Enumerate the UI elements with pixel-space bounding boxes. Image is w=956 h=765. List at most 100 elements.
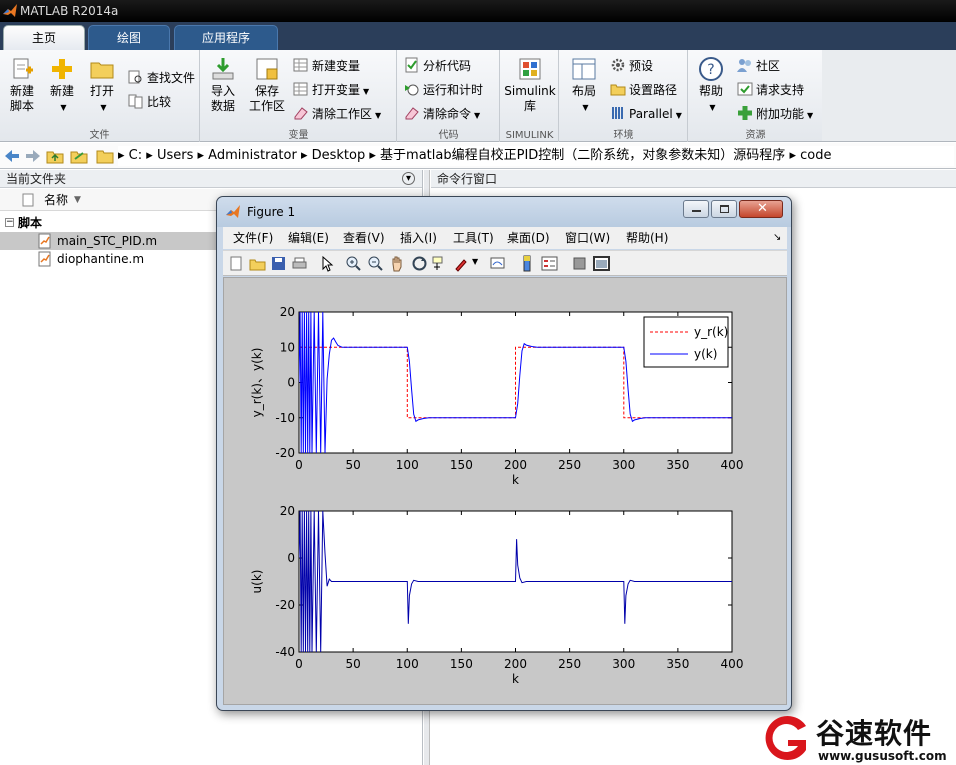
new-script-label: 新建 脚本: [9, 84, 34, 113]
file-icon: [22, 193, 34, 207]
open-button[interactable]: 打开 ▼: [82, 56, 122, 115]
new-script-icon: [13, 58, 33, 79]
brush-icon[interactable]: [453, 255, 470, 272]
matlab-desktop: MATLAB R2014a 主页 绘图 应用程序 新建 脚本 新建 ▼ 打开 ▼ 查…: [0, 0, 956, 765]
menu-insert[interactable]: 插入(I): [400, 227, 437, 249]
up-folder-icon[interactable]: [46, 147, 64, 165]
request-support-button[interactable]: 请求支持: [737, 80, 804, 100]
y-tick-label: -20: [275, 446, 295, 460]
figure-title-bar[interactable]: Figure 1 ✕: [217, 197, 791, 227]
add-ons-label: 附加功能: [756, 107, 805, 121]
tab-plots[interactable]: 绘图: [88, 25, 170, 50]
simulink-library-button[interactable]: Simulink 库: [503, 56, 557, 114]
forward-arrow-icon[interactable]: [24, 147, 42, 165]
new-button[interactable]: 新建 ▼: [42, 56, 82, 115]
breadcrumb-item[interactable]: 基于matlab编程自校正PID控制（二阶系统，对象参数未知）源码程序: [380, 148, 785, 163]
save-workspace-button[interactable]: 保存 工作区: [245, 56, 289, 114]
layout-button[interactable]: 布局 ▼: [564, 56, 604, 115]
x-axis-label: k: [512, 473, 519, 487]
print-icon[interactable]: [291, 255, 308, 272]
column-name-header[interactable]: 名称: [44, 189, 68, 211]
breadcrumb-separator: ▸: [118, 148, 129, 163]
grid-icon: [293, 58, 308, 72]
collapse-icon[interactable]: −: [5, 218, 14, 227]
dock-arrow-icon[interactable]: ↘: [773, 227, 781, 249]
analyze-code-button[interactable]: 分析代码: [404, 56, 471, 76]
close-button[interactable]: ✕: [739, 200, 783, 218]
figure-menu-bar: 文件(F) 编辑(E) 查看(V) 插入(I) 工具(T) 桌面(D) 窗口(W…: [223, 227, 787, 249]
menu-desktop[interactable]: 桌面(D): [507, 227, 550, 249]
save-icon[interactable]: [270, 255, 287, 272]
breadcrumb-item[interactable]: Desktop: [312, 148, 366, 163]
data-cursor-icon[interactable]: [431, 255, 448, 272]
tab-home[interactable]: 主页: [3, 25, 85, 50]
find-files-button[interactable]: 查找文件: [128, 68, 195, 88]
add-ons-icon: [738, 106, 752, 120]
zoom-in-icon[interactable]: [345, 255, 362, 272]
menu-window[interactable]: 窗口(W): [565, 227, 610, 249]
preferences-button[interactable]: 预设: [610, 56, 653, 76]
m-file-icon: [38, 233, 51, 249]
pointer-icon[interactable]: [319, 255, 336, 272]
breadcrumb-item[interactable]: code: [800, 148, 831, 163]
open-file-icon[interactable]: [249, 255, 266, 272]
breadcrumb-item[interactable]: Administrator: [208, 148, 297, 163]
x-tick-label: 100: [396, 657, 419, 671]
new-figure-icon[interactable]: [228, 255, 245, 272]
layout-icon: [572, 58, 596, 80]
menu-tools[interactable]: 工具(T): [453, 227, 494, 249]
chevron-down-icon[interactable]: ▼: [472, 257, 478, 266]
brand-watermark: 谷速软件 www.gususoft.com: [760, 708, 956, 765]
command-window-title: 命令行窗口: [431, 170, 956, 188]
figure-canvas[interactable]: 0 50 100 150 200 250 300 350 400 -20 -10 0 10 20 k y_r(…: [223, 277, 787, 705]
simulink-icon: [519, 58, 541, 80]
run-and-time-button[interactable]: 运行和计时: [404, 80, 483, 100]
breadcrumb-separator: ▸: [197, 148, 209, 163]
sort-down-icon[interactable]: ▼: [74, 189, 81, 211]
find-files-label: 查找文件: [147, 71, 196, 85]
parallel-button[interactable]: Parallel ▼: [610, 104, 682, 124]
clear-workspace-button[interactable]: 清除工作区 ▼: [293, 104, 381, 124]
legend-icon[interactable]: [541, 255, 558, 272]
y-tick-label: -10: [275, 411, 295, 425]
zoom-out-icon[interactable]: [367, 255, 384, 272]
compare-button[interactable]: 比较: [128, 92, 171, 112]
menu-file[interactable]: 文件(F): [233, 227, 273, 249]
section-label-simulink: SIMULINK: [505, 130, 554, 141]
title-bar: MATLAB R2014a: [0, 0, 956, 22]
menu-help[interactable]: 帮助(H): [626, 227, 668, 249]
import-data-button[interactable]: 导入 数据: [203, 56, 243, 114]
help-button[interactable]: ? 帮助 ▼: [691, 56, 731, 115]
hide-plot-tools-icon[interactable]: [571, 255, 588, 272]
panel-menu-chevron-icon[interactable]: ▾: [402, 172, 415, 185]
new-script-button[interactable]: 新建 脚本: [2, 56, 42, 114]
compare-label: 比较: [147, 95, 172, 109]
clear-commands-button[interactable]: 清除命令 ▼: [404, 104, 480, 124]
open-variable-button[interactable]: 打开变量 ▼: [293, 80, 369, 100]
path-breadcrumb[interactable]: ▸ C: ▸ Users ▸ Administrator ▸ Desktop ▸…: [118, 146, 954, 166]
add-ons-button[interactable]: 附加功能 ▼: [737, 104, 813, 124]
back-arrow-icon[interactable]: [3, 147, 21, 165]
pan-hand-icon[interactable]: [389, 255, 406, 272]
breadcrumb-item[interactable]: Users: [157, 148, 193, 163]
menu-edit[interactable]: 编辑(E): [288, 227, 329, 249]
browse-folder-icon[interactable]: [70, 147, 88, 165]
matlab-logo-icon: [226, 205, 240, 218]
section-code: 分析代码 运行和计时 清除命令 ▼ 代码: [398, 50, 500, 142]
breadcrumb-item[interactable]: C:: [129, 148, 142, 163]
maximize-button[interactable]: [711, 200, 737, 218]
save-workspace-icon: [256, 58, 278, 80]
minimize-button[interactable]: [683, 200, 709, 218]
open-label: 打开: [89, 84, 114, 98]
link-plot-icon[interactable]: [489, 255, 506, 272]
new-variable-button[interactable]: 新建变量: [293, 56, 360, 76]
community-button[interactable]: 社区: [737, 56, 780, 76]
breadcrumb-separator: ▸: [369, 148, 381, 163]
set-path-button[interactable]: 设置路径: [610, 80, 677, 100]
show-plot-tools-icon[interactable]: [593, 255, 610, 272]
section-file: 新建 脚本 新建 ▼ 打开 ▼ 查找文件 比较 文件: [0, 50, 200, 142]
rotate-3d-icon[interactable]: [411, 255, 428, 272]
colorbar-icon[interactable]: [519, 255, 536, 272]
tab-apps[interactable]: 应用程序: [174, 25, 278, 50]
menu-view[interactable]: 查看(V): [343, 227, 385, 249]
